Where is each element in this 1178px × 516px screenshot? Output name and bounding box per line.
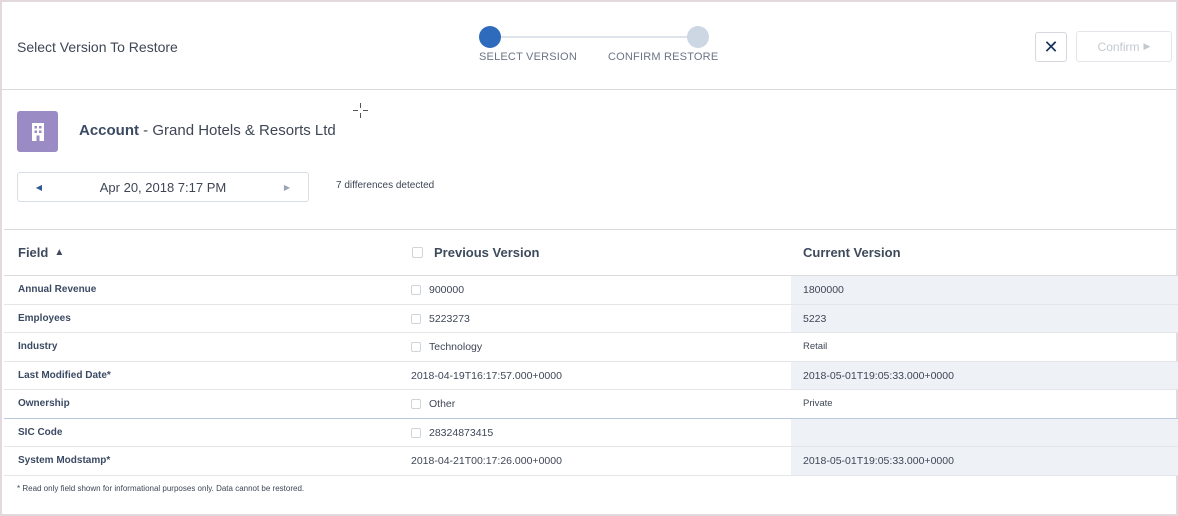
table-row: Annual Revenue 900000 1800000 — [4, 276, 1178, 305]
field-name: Employees — [18, 312, 71, 324]
previous-value: 900000 — [429, 284, 465, 296]
field-name: SIC Code — [18, 426, 63, 438]
previous-value-cell: 900000 — [411, 284, 464, 296]
field-name: Industry — [18, 341, 58, 352]
previous-value-cell: Other — [411, 398, 455, 410]
current-value: 5223 — [803, 312, 827, 325]
confirm-label: Confirm — [1097, 39, 1140, 54]
current-cell-bg — [791, 418, 1178, 446]
field-name: System Modstamp* — [18, 455, 111, 466]
previous-value: Other — [429, 398, 456, 410]
play-icon: ▶ — [1143, 41, 1151, 51]
version-comparison-table: Field ▲ Previous Version Current Version… — [4, 229, 1178, 476]
current-value: Private — [803, 398, 833, 409]
record-object-type: Account — [79, 122, 139, 139]
select-all-checkbox[interactable] — [412, 247, 423, 258]
previous-value: Technology — [429, 341, 483, 353]
stepper-track — [492, 36, 702, 38]
field-name: Last Modified Date* — [18, 369, 111, 381]
field-name: Ownership — [18, 398, 70, 409]
table-header-row: Field ▲ Previous Version Current Version — [4, 230, 1178, 276]
next-version-button[interactable]: ▶ — [272, 173, 302, 201]
record-title: Account - Grand Hotels & Resorts Ltd — [79, 122, 336, 139]
current-value: 2018-05-01T19:05:33.000+0000 — [803, 369, 954, 382]
restore-checkbox[interactable] — [411, 342, 421, 352]
crosshair-cursor-icon — [353, 103, 368, 118]
restore-checkbox[interactable] — [411, 285, 421, 295]
modal-header: Select Version To Restore SELECT VERSION… — [2, 2, 1176, 90]
current-version-column-header: Current Version — [803, 245, 901, 260]
version-date: Apr 20, 2018 7:17 PM — [99, 180, 227, 195]
version-navigator: ◀ Apr 20, 2018 7:17 PM ▶ — [17, 172, 309, 202]
step-select-version-label: SELECT VERSION — [479, 51, 577, 63]
current-cell-bg — [791, 276, 1178, 304]
previous-version-label: Previous Version — [434, 245, 540, 260]
current-value: 1800000 — [803, 284, 844, 296]
previous-version-column-header: Previous Version — [412, 245, 540, 260]
table-row: Employees 5223273 5223 — [4, 304, 1178, 333]
table-row: Ownership Other Private — [4, 390, 1178, 419]
field-name: Annual Revenue — [18, 284, 97, 295]
sort-ascending-icon: ▲ — [54, 247, 65, 258]
progress-stepper: SELECT VERSION CONFIRM RESTORE — [462, 24, 742, 74]
building-icon — [17, 111, 58, 152]
table-row: Industry Technology Retail — [4, 333, 1178, 362]
previous-value: 28324873415 — [429, 426, 494, 439]
previous-value-cell: Technology — [411, 341, 482, 353]
step-select-version-dot — [479, 26, 501, 48]
close-icon: ✕ — [1043, 36, 1059, 57]
table-row: System Modstamp* 2018-04-21T00:17:26.000… — [4, 447, 1178, 476]
restore-modal: Select Version To Restore SELECT VERSION… — [0, 0, 1178, 516]
previous-value-cell: 5223273 — [411, 313, 470, 325]
restore-checkbox[interactable] — [411, 313, 421, 324]
step-confirm-restore-dot — [687, 26, 709, 48]
previous-value-cell: 28324873415 — [411, 427, 493, 439]
previous-value: 5223273 — [429, 312, 470, 325]
table-row: SIC Code 28324873415 — [4, 418, 1178, 447]
confirm-button[interactable]: Confirm ▶ — [1076, 31, 1172, 62]
restore-checkbox[interactable] — [411, 399, 421, 409]
table-row: Last Modified Date* 2018-04-19T16:17:57.… — [4, 361, 1178, 390]
previous-value: 2018-04-19T16:17:57.000+0000 — [411, 369, 562, 382]
field-column-header[interactable]: Field ▲ — [18, 245, 64, 260]
restore-checkbox[interactable] — [411, 427, 421, 438]
step-confirm-restore-label: CONFIRM RESTORE — [608, 51, 719, 63]
current-cell-bg — [791, 304, 1178, 332]
read-only-footnote: * Read only field shown for informationa… — [17, 484, 305, 493]
field-column-label: Field — [18, 245, 49, 260]
differences-count: 7 differences detected — [336, 180, 435, 191]
record-name: Grand Hotels & Resorts Ltd — [152, 122, 336, 139]
modal-title: Select Version To Restore — [17, 39, 178, 55]
close-button[interactable]: ✕ — [1035, 32, 1067, 62]
previous-value: 2018-04-21T00:17:26.000+0000 — [411, 455, 562, 467]
current-value: Retail — [803, 341, 828, 352]
current-value: 2018-05-01T19:05:33.000+0000 — [803, 455, 954, 467]
chevron-right-icon: ▶ — [283, 182, 291, 192]
record-title-separator: - — [139, 122, 153, 139]
